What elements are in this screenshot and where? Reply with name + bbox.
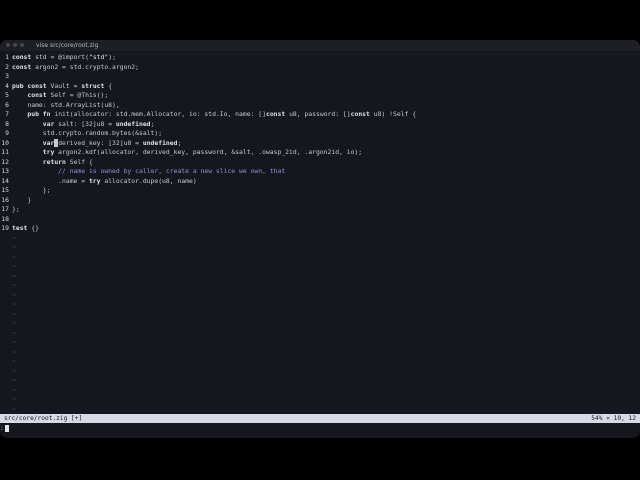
empty-line-marker: ~ <box>12 347 16 356</box>
terminal-window: vise src/core/root.zig 1 const std = @imp… <box>0 40 640 438</box>
line-number: 5 <box>5 91 9 99</box>
code-text: var salt: [32]u8 = undefined; <box>42 119 155 128</box>
empty-line-marker: ~ <box>12 319 16 327</box>
line-number: 17 <box>1 205 9 213</box>
empty-line-marker: ~ <box>12 376 16 384</box>
code-line[interactable]: 17}; <box>0 205 20 215</box>
code-line[interactable]: 16 } <box>0 196 31 206</box>
text-cursor <box>54 138 59 147</box>
line-number: 10 <box>1 138 9 147</box>
code-line[interactable]: 14 .name = try allocator.dupe(u8, name) <box>0 176 197 187</box>
code-text: pub const Vault = struct { <box>12 81 113 90</box>
empty-line-marker: ~ <box>12 252 16 261</box>
code-text: } <box>12 195 32 204</box>
empty-line-marker: ~ <box>12 385 16 394</box>
code-text: const argon2 = std.crypto.argon2; <box>12 62 139 71</box>
empty-line-marker: ~ <box>12 309 16 318</box>
status-cursor-position: 54% « 10, 12 <box>591 415 636 422</box>
window-title: vise src/core/root.zig <box>36 42 99 49</box>
empty-line-marker: ~ <box>12 233 16 242</box>
line-number: 15 <box>1 186 9 194</box>
code-line[interactable]: 7 pub fn init(allocator: std.mem.Allocat… <box>0 110 416 120</box>
code-text: try argon2.kdf(allocator, derived_key, p… <box>42 148 363 156</box>
code-line[interactable]: 15 }; <box>0 186 50 196</box>
minimize-window-icon[interactable] <box>13 43 17 47</box>
code-line[interactable]: 4 pub const Vault = struct { <box>0 82 112 92</box>
code-text: std.crypto.random.bytes(&salt); <box>12 129 163 137</box>
line-number: 19 <box>1 224 9 232</box>
code-line[interactable]: 5 const Self = @This(); <box>0 91 108 101</box>
line-number: 9 <box>5 129 9 137</box>
command-prompt: : <box>0 425 4 432</box>
maximize-window-icon[interactable] <box>20 43 24 47</box>
code-text: var derived_key: [32]u8 = undefined; <box>42 138 182 147</box>
code-text: return Self { <box>42 157 93 166</box>
code-line[interactable]: 13 // name is owned by caller, create a … <box>0 167 285 177</box>
editor-buffer[interactable]: 1 const std = @import("std"); 2 const argon… <box>0 53 640 413</box>
empty-line-marker: ~ <box>12 366 16 375</box>
line-number: 13 <box>1 167 9 175</box>
code-text: pub fn init(allocator: std.mem.Allocator… <box>27 110 417 118</box>
line-number: 11 <box>1 148 9 156</box>
line-number: 14 <box>1 176 9 185</box>
code-text: test {} <box>12 224 39 232</box>
code-text: }; <box>12 205 20 213</box>
code-text: const std = @import("std"); <box>12 53 116 61</box>
code-line[interactable]: 10 var derived_key: [32]u8 = undefined; <box>0 138 182 149</box>
code-text: // name is owned by caller, create a new… <box>12 167 286 175</box>
line-number: 12 <box>1 157 9 166</box>
command-cursor <box>4 424 9 432</box>
code-text: name: std.ArrayList(u8), <box>12 100 120 109</box>
status-file-name: src/core/root.zig [+] <box>4 415 83 422</box>
line-number: 18 <box>1 214 9 223</box>
empty-line-marker: ~ <box>12 328 16 337</box>
empty-line-marker: ~ <box>12 300 16 308</box>
empty-line-marker: ~ <box>12 404 16 413</box>
code-text: }; <box>12 186 51 194</box>
close-window-icon[interactable] <box>6 43 10 47</box>
code-line[interactable]: 2 const argon2 = std.crypto.argon2; <box>0 63 139 73</box>
line-number: 16 <box>1 195 9 204</box>
code-line[interactable]: 9 std.crypto.random.bytes(&salt); <box>0 129 162 139</box>
code-line[interactable]: 12 return Self { <box>0 158 93 168</box>
empty-line-marker: ~ <box>12 243 16 251</box>
code-line[interactable]: 1 const std = @import("std"); <box>0 53 116 63</box>
code-line[interactable]: 3 <box>0 72 12 82</box>
line-number: 4 <box>5 81 9 90</box>
title-bar: vise src/core/root.zig <box>0 40 640 51</box>
status-bar: src/core/root.zig [+] 54% « 10, 12 <box>0 414 640 423</box>
code-text: const Self = @This(); <box>27 91 109 99</box>
line-number: 3 <box>5 72 9 80</box>
line-number: 1 <box>5 53 9 61</box>
empty-line-marker: ~ <box>12 290 16 299</box>
empty-line-marker: ~ <box>12 262 16 270</box>
window-controls <box>6 43 24 47</box>
empty-line-marker: ~ <box>12 281 16 289</box>
code-line[interactable]: 8 var salt: [32]u8 = undefined; <box>0 120 154 130</box>
empty-line-marker: ~ <box>12 395 16 403</box>
empty-line-marker: ~ <box>12 357 16 365</box>
code-text: .name = try allocator.dupe(u8, name) <box>12 176 197 185</box>
line-number: 7 <box>5 110 9 118</box>
line-number: 2 <box>5 62 9 71</box>
empty-line-marker: ~ <box>12 271 16 280</box>
code-line[interactable]: 11 try argon2.kdf(allocator, derived_key… <box>0 148 362 158</box>
code-line[interactable]: 6 name: std.ArrayList(u8), <box>0 101 120 111</box>
line-number: 6 <box>5 100 9 109</box>
line-number: 8 <box>5 119 9 128</box>
command-line[interactable]: : <box>0 424 640 434</box>
code-line[interactable]: 19 test {} <box>0 224 39 234</box>
code-line[interactable]: 18 <box>0 215 12 225</box>
empty-line-marker: ~ <box>12 338 16 346</box>
